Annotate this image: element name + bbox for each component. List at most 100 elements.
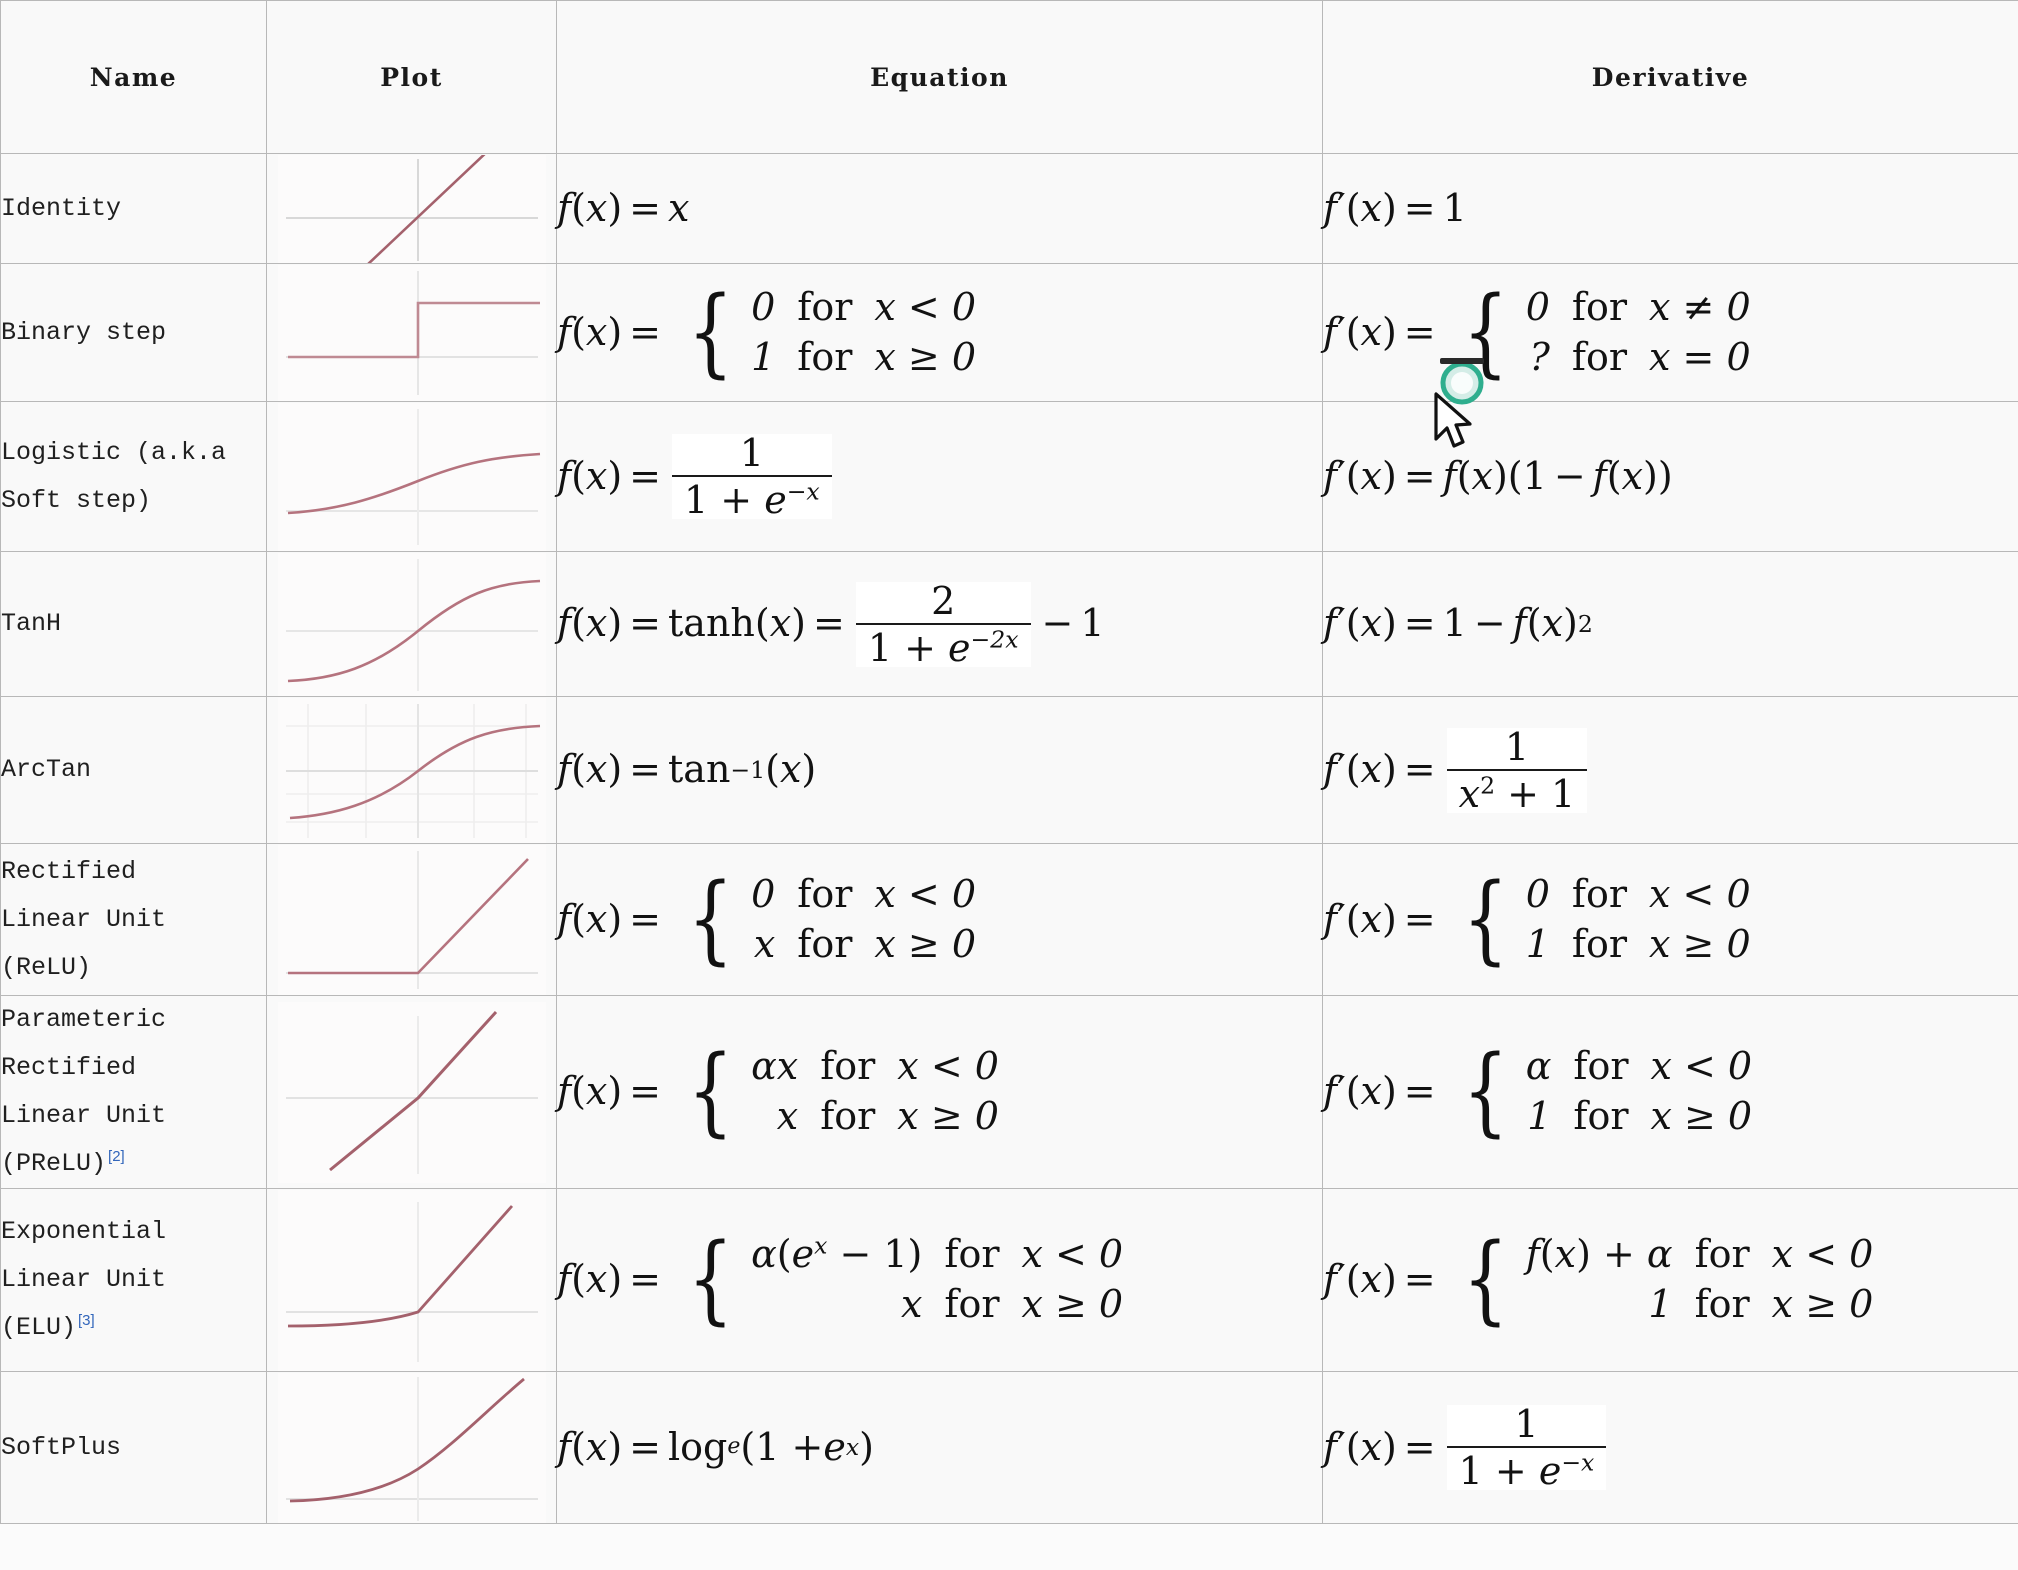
column-header-derivative[interactable]: Derivative xyxy=(1322,0,2018,154)
name-line: Exponential xyxy=(1,1217,167,1246)
reference-link-3[interactable]: [3] xyxy=(78,1312,95,1329)
row-name-elu: Exponential Linear Unit (ELU) [3] xyxy=(0,1188,267,1372)
column-header-equation[interactable]: Equation xyxy=(556,0,1323,154)
plot-canvas xyxy=(277,552,546,696)
name-line: (ReLU) xyxy=(1,952,92,982)
derivative-binary-step: f′(x) = { 0 for x ≠ 0 ? for x = 0 xyxy=(1322,263,2018,402)
math-expression: f(x) = tan −1(x) xyxy=(557,747,817,792)
plot-canvas xyxy=(277,1001,546,1183)
name-line: SoftPlus xyxy=(1,1432,122,1462)
activation-functions-page: Name Plot Equation Derivative Identity f… xyxy=(0,0,2018,1570)
equation-identity: f(x) = x xyxy=(556,153,1323,264)
plot-binary-step xyxy=(266,263,557,402)
plot-elu xyxy=(266,1188,557,1372)
row-name-identity: Identity xyxy=(0,153,267,264)
plot-canvas xyxy=(277,1189,546,1371)
name-line: Logistic (a.k.a xyxy=(1,437,227,467)
row-name-arctan: ArcTan xyxy=(0,696,267,844)
plot-relu xyxy=(266,843,557,996)
name-line: TanH xyxy=(1,609,62,638)
table-row: Identity f(x) = x f ′(x) = 1 xyxy=(0,153,2018,264)
math-expression: f ′(x) = f(x)(1 − f(x)) xyxy=(1323,453,1673,498)
math-expression: f′(x) = { α for x < 0 1 for x ≥ 0 xyxy=(1323,1035,1753,1148)
equation-arctan: f(x) = tan −1(x) xyxy=(556,696,1323,844)
activation-functions-table: Name Plot Equation Derivative Identity f… xyxy=(0,0,2018,1524)
derivative-arctan: f ′(x) = 1 x2 + 1 xyxy=(1322,696,2018,844)
name-line: Binary step xyxy=(1,317,167,347)
derivative-logistic: f ′(x) = f(x)(1 − f(x)) xyxy=(1322,401,2018,552)
plot-canvas xyxy=(277,844,546,995)
name-line-text: (ELU) xyxy=(1,1313,77,1342)
row-name-relu: Rectified Linear Unit (ReLU) xyxy=(0,843,267,996)
row-name-softplus: SoftPlus xyxy=(0,1371,267,1524)
math-expression: f(x) = tanh(x) = 2 1 + e−2x −1 xyxy=(557,578,1105,670)
plot-softplus xyxy=(266,1371,557,1524)
plot-logistic xyxy=(266,401,557,552)
equation-tanh: f(x) = tanh(x) = 2 1 + e−2x −1 xyxy=(556,551,1323,697)
derivative-relu: f′(x) = { 0 for x < 0 1 for x ≥ 0 xyxy=(1322,843,2018,996)
table-row: SoftPlus f(x) = log e (1 + e x) f ′(x … xyxy=(0,1371,2018,1524)
math-expression: f ′(x) = 1 x2 + 1 xyxy=(1323,727,1591,813)
math-expression: f(x) = { 0 for x < 0 1 for x ≥ 0 xyxy=(557,275,977,388)
plot-canvas xyxy=(277,154,546,263)
equation-prelu: f(x) = { αx for x < 0 x for x ≥ 0 xyxy=(556,995,1323,1189)
math-expression: f(x) = { α(ex − 1) for x < 0 x for x ≥ 0 xyxy=(557,1223,1124,1336)
math-expression: f(x) = { 0 for x < 0 x for x ≥ 0 xyxy=(557,862,977,975)
plot-canvas xyxy=(277,697,546,843)
math-expression: f′(x) = { 0 for x < 0 1 for x ≥ 0 xyxy=(1323,862,1751,975)
reference-link-2[interactable]: [2] xyxy=(108,1148,125,1165)
plot-canvas xyxy=(277,1372,546,1523)
math-expression: f′(x) = { f(x) + α for x < 0 1 for x ≥ 0 xyxy=(1323,1223,1874,1336)
table-row: Rectified Linear Unit (ReLU) f(x) = {0 … xyxy=(0,843,2018,996)
equation-softplus: f(x) = log e (1 + e x) xyxy=(556,1371,1323,1524)
row-name-tanh: TanH xyxy=(0,551,267,697)
name-line-text: (PReLU) xyxy=(1,1149,107,1178)
row-name-prelu: Parameteric Rectified Linear Unit (PReLU… xyxy=(0,995,267,1189)
table-header: Name Plot Equation Derivative xyxy=(0,0,2018,154)
name-line: Rectified xyxy=(1,856,137,886)
row-name-logistic: Logistic (a.k.a Soft step) xyxy=(0,401,267,552)
row-name-binary-step: Binary step xyxy=(0,263,267,402)
plot-identity xyxy=(266,153,557,264)
equation-elu: f(x) = { α(ex − 1) for x < 0 x for x ≥ 0 xyxy=(556,1188,1323,1372)
header-row: Name Plot Equation Derivative xyxy=(0,0,2018,154)
math-expression: f ′(x) = 1 − f(x) 2 xyxy=(1323,601,1593,646)
derivative-identity: f ′(x) = 1 xyxy=(1322,153,2018,264)
derivative-tanh: f ′(x) = 1 − f(x) 2 xyxy=(1322,551,2018,697)
equation-relu: f(x) = { 0 for x < 0 x for x ≥ 0 xyxy=(556,843,1323,996)
name-line: Identity xyxy=(1,193,122,223)
derivative-prelu: f′(x) = { α for x < 0 1 for x ≥ 0 xyxy=(1322,995,2018,1189)
math-expression: f′(x) = { 0 for x ≠ 0 ? for x = 0 xyxy=(1323,275,1751,388)
plot-arctan xyxy=(266,696,557,844)
math-expression: f(x) = x xyxy=(557,185,690,230)
derivative-softplus: f ′(x) = 1 1 + e−x xyxy=(1322,1371,2018,1524)
table-row: Logistic (a.k.a Soft step) f(x) = 1 1 + … xyxy=(0,401,2018,552)
name-line: Parameteric xyxy=(1,1005,167,1034)
name-line: Linear Unit xyxy=(1,1265,167,1294)
table-row: ArcTan f (x) = tan −1 (x) f ′(x) =… xyxy=(0,696,2018,844)
name-line: Linear Unit xyxy=(1,1101,167,1130)
name-line: Linear Unit xyxy=(1,904,167,934)
table-row: TanH f(x) = tanh(x) = 2 1 + e−2x − 1 f … xyxy=(0,551,2018,697)
name-line: (PReLU) [2] xyxy=(1,1140,266,1188)
math-expression: f ′(x) = 1 xyxy=(1323,185,1467,230)
table-row: Exponential Linear Unit (ELU) [3] f(x) =… xyxy=(0,1188,2018,1372)
derivative-elu: f′(x) = { f(x) + α for x < 0 1 for x ≥ 0 xyxy=(1322,1188,2018,1372)
name-line: Soft step) xyxy=(1,485,152,515)
math-expression: f(x) = log e (1 + e x) xyxy=(557,1424,874,1469)
column-header-plot[interactable]: Plot xyxy=(266,0,557,154)
name-line: ArcTan xyxy=(1,755,92,784)
plot-canvas xyxy=(277,264,546,401)
plot-canvas xyxy=(277,402,546,551)
plot-tanh xyxy=(266,551,557,697)
table-row: Binary step f(x) = {0 for x < 0 1 for x… xyxy=(0,263,2018,402)
table-row: Parameteric Rectified Linear Unit (PReLU… xyxy=(0,995,2018,1189)
column-header-name[interactable]: Name xyxy=(0,0,267,154)
equation-logistic: f(x) = 1 1 + e−x xyxy=(556,401,1323,552)
math-expression: f ′(x) = 1 1 + e−x xyxy=(1323,1405,1610,1490)
table-body: Identity f(x) = x f ′(x) = 1 Binary st… xyxy=(0,153,2018,1524)
equation-binary-step: f(x) = { 0 for x < 0 1 for x ≥ 0 xyxy=(556,263,1323,402)
math-expression: f(x) = 1 1 + e−x xyxy=(557,434,836,519)
name-line: (ELU) [3] xyxy=(1,1304,266,1352)
name-line: Rectified xyxy=(1,1053,137,1082)
